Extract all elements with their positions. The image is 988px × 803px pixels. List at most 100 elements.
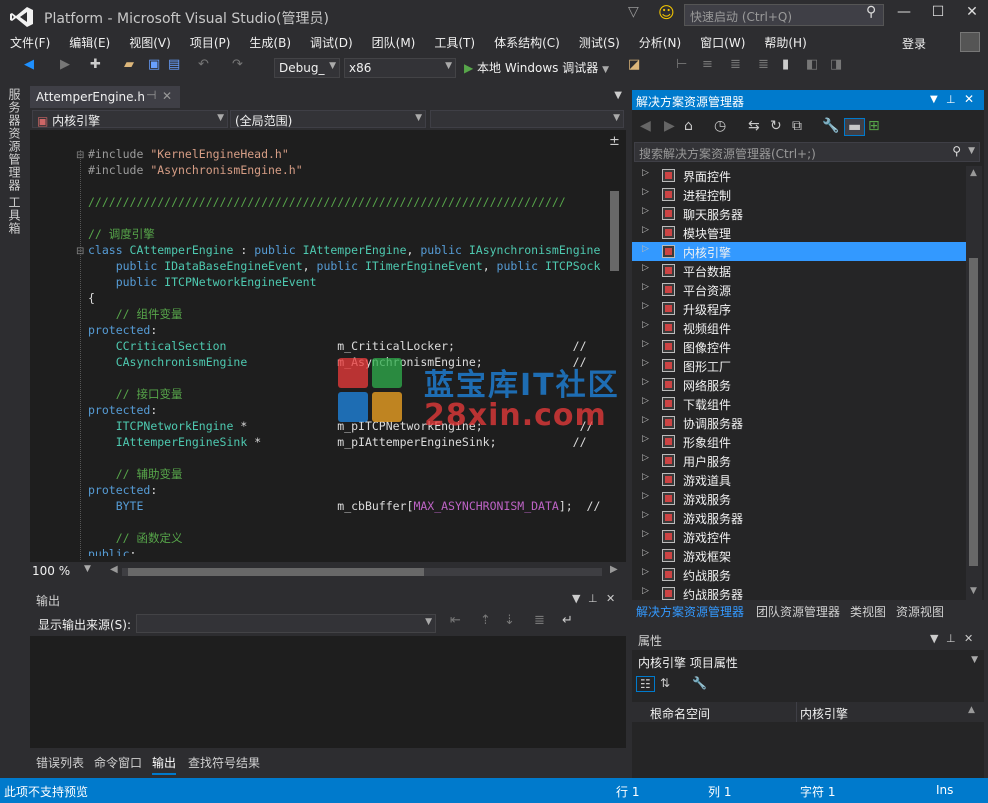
expand-icon[interactable]: ▷ — [642, 491, 649, 501]
pin-icon[interactable]: ⊥ — [946, 632, 956, 645]
tab-resource-view[interactable]: 资源视图 — [896, 603, 944, 620]
menu-project[interactable]: 项目(P) — [180, 32, 240, 51]
code-line[interactable]: CCriticalSection m_CriticalLocker; // — [88, 338, 606, 354]
code-line[interactable]: { — [88, 290, 606, 306]
class-diagram-icon[interactable]: ⊞ — [868, 118, 880, 134]
code-line[interactable]: #include "KernelEngineHead.h" — [88, 146, 606, 162]
next-message-icon[interactable]: ⇣ — [504, 613, 515, 628]
pin-icon[interactable]: ⊥ — [946, 93, 956, 106]
sync-icon[interactable]: ⇆ — [748, 118, 760, 134]
collapse-icon[interactable]: ⊟ — [76, 150, 84, 161]
tree-item[interactable]: ▷ 平台资源 — [632, 280, 968, 299]
editor-scroll-thumb[interactable] — [610, 191, 619, 271]
search-icon[interactable]: ⚲ — [866, 4, 876, 20]
prev-message-icon[interactable]: ⇡ — [480, 613, 491, 628]
close-icon[interactable]: ✕ — [964, 92, 974, 106]
code-line[interactable]: // 组件变量 — [88, 306, 606, 322]
pin-icon[interactable]: ⊣ — [146, 88, 156, 102]
home-icon[interactable]: ⌂ — [684, 118, 693, 134]
tree-item[interactable]: ▷ 模块管理 — [632, 223, 968, 242]
expand-icon[interactable]: ▷ — [642, 453, 649, 463]
code-text[interactable]: #include "KernelEngineHead.h" #include "A… — [88, 146, 606, 556]
panel-menu-icon[interactable]: ▼ — [930, 94, 938, 105]
tree-item[interactable]: ▷ 网络服务 — [632, 375, 968, 394]
expand-icon[interactable]: ▷ — [642, 396, 649, 406]
panel-menu-icon[interactable]: ▼ — [930, 632, 938, 645]
find-in-files-icon[interactable]: ◪ — [628, 57, 640, 72]
close-icon[interactable]: ✕ — [964, 632, 973, 645]
menu-team[interactable]: 团队(M) — [362, 32, 425, 51]
chevron-down-icon[interactable]: ▼ — [968, 146, 975, 156]
properties-icon[interactable]: 🔧 — [822, 118, 839, 134]
start-debugging-button[interactable]: ▶ 本地 Windows 调试器 ▼ — [464, 59, 609, 76]
tab-error-list[interactable]: 错误列表 — [36, 754, 84, 771]
solution-search-input[interactable]: 搜索解决方案资源管理器(Ctrl+;) ⚲ ▼ — [634, 142, 980, 162]
code-line[interactable]: ////////////////////////////////////////… — [88, 194, 606, 210]
tab-command-window[interactable]: 命令窗口 — [94, 754, 142, 771]
expand-icon[interactable]: ▷ — [642, 339, 649, 349]
tree-item[interactable]: ▷ 形象组件 — [632, 432, 968, 451]
code-line[interactable] — [88, 210, 606, 226]
expand-icon[interactable]: ▷ — [642, 548, 649, 558]
tree-item[interactable]: ▷ 约战服务 — [632, 565, 968, 584]
show-all-files-icon[interactable]: ▬ — [844, 118, 866, 136]
project-nav-dropdown[interactable]: ▣ 内核引擎 ▼ — [32, 110, 228, 128]
next-bookmark-icon[interactable]: ◨ — [830, 57, 842, 72]
expand-icon[interactable]: ▷ — [642, 263, 649, 273]
expand-icon[interactable]: ▷ — [642, 586, 649, 596]
indent-icon[interactable]: ≣ — [730, 57, 741, 72]
panel-menu-icon[interactable]: ▼ — [572, 592, 580, 605]
code-line[interactable] — [88, 514, 606, 530]
code-line[interactable]: public: — [88, 546, 606, 556]
tab-class-view[interactable]: 类视图 — [850, 603, 886, 620]
menu-view[interactable]: 视图(V) — [119, 32, 180, 51]
document-list-dropdown[interactable]: ▼ — [614, 90, 622, 101]
expand-icon[interactable]: ▷ — [642, 472, 649, 482]
back-icon[interactable]: ◀ — [640, 118, 651, 134]
scroll-up-icon[interactable]: ▲ — [970, 168, 977, 178]
tree-item[interactable]: ▷ 游戏服务 — [632, 489, 968, 508]
code-line[interactable]: BYTE m_cbBuffer[MAX_ASYNCHRONISM_DATA]; … — [88, 498, 606, 514]
tree-item[interactable]: ▷ 用户服务 — [632, 451, 968, 470]
tree-item[interactable]: ▷ 游戏道具 — [632, 470, 968, 489]
tree-item[interactable]: ▷ 图形工厂 — [632, 356, 968, 375]
expand-icon[interactable]: ▷ — [642, 187, 649, 197]
account-avatar[interactable] — [960, 32, 980, 52]
property-pages-icon[interactable]: 🔧 — [692, 676, 707, 690]
toolbox-tab[interactable]: 工具箱 — [6, 196, 23, 235]
expand-icon[interactable]: ▷ — [642, 510, 649, 520]
expand-icon[interactable]: ▷ — [642, 415, 649, 425]
goto-line-icon[interactable]: ⇤ — [450, 613, 461, 628]
comment-icon[interactable]: ≡ — [702, 57, 713, 72]
tree-item[interactable]: ▷ 内核引擎 — [632, 242, 968, 261]
expand-icon[interactable]: ▷ — [642, 168, 649, 178]
collapse-all-icon[interactable]: ⧉ — [792, 118, 802, 134]
tab-output[interactable]: 输出 — [152, 754, 177, 775]
expand-icon[interactable]: ▷ — [642, 320, 649, 330]
search-icon[interactable]: ⚲ — [952, 144, 961, 158]
tab-find-symbol-results[interactable]: 查找符号结果 — [188, 754, 260, 771]
expand-icon[interactable]: ▷ — [642, 282, 649, 292]
login-link[interactable]: 登录 — [902, 35, 926, 52]
menu-window[interactable]: 窗口(W) — [690, 32, 754, 51]
code-line[interactable]: // 调度引擎 — [88, 226, 606, 242]
expand-icon[interactable]: ▷ — [642, 529, 649, 539]
menu-build[interactable]: 生成(B) — [239, 32, 300, 51]
expand-icon[interactable]: ▷ — [642, 225, 649, 235]
outdent-icon[interactable]: ≣ — [758, 57, 769, 72]
collapse-icon[interactable]: ⊟ — [76, 246, 84, 257]
tree-item[interactable]: ▷ 游戏控件 — [632, 527, 968, 546]
tree-item[interactable]: ▷ 约战服务器 — [632, 584, 968, 600]
tree-item[interactable]: ▷ 图像控件 — [632, 337, 968, 356]
menu-tools[interactable]: 工具(T) — [424, 32, 484, 51]
property-row[interactable]: 根命名空间 内核引擎 ▲ — [632, 702, 984, 722]
code-line[interactable] — [88, 178, 606, 194]
prev-bookmark-icon[interactable]: ◧ — [806, 57, 818, 72]
tab-team-explorer[interactable]: 团队资源管理器 — [756, 603, 840, 620]
scope-nav-dropdown[interactable]: (全局范围) ▼ — [230, 110, 426, 128]
scroll-up-icon[interactable]: ▲ — [968, 705, 975, 715]
close-icon[interactable]: ✕ — [606, 592, 615, 605]
close-icon[interactable]: ✕ — [162, 89, 172, 103]
expand-icon[interactable]: ▷ — [642, 567, 649, 577]
categorized-icon[interactable]: ☷ — [636, 676, 655, 692]
